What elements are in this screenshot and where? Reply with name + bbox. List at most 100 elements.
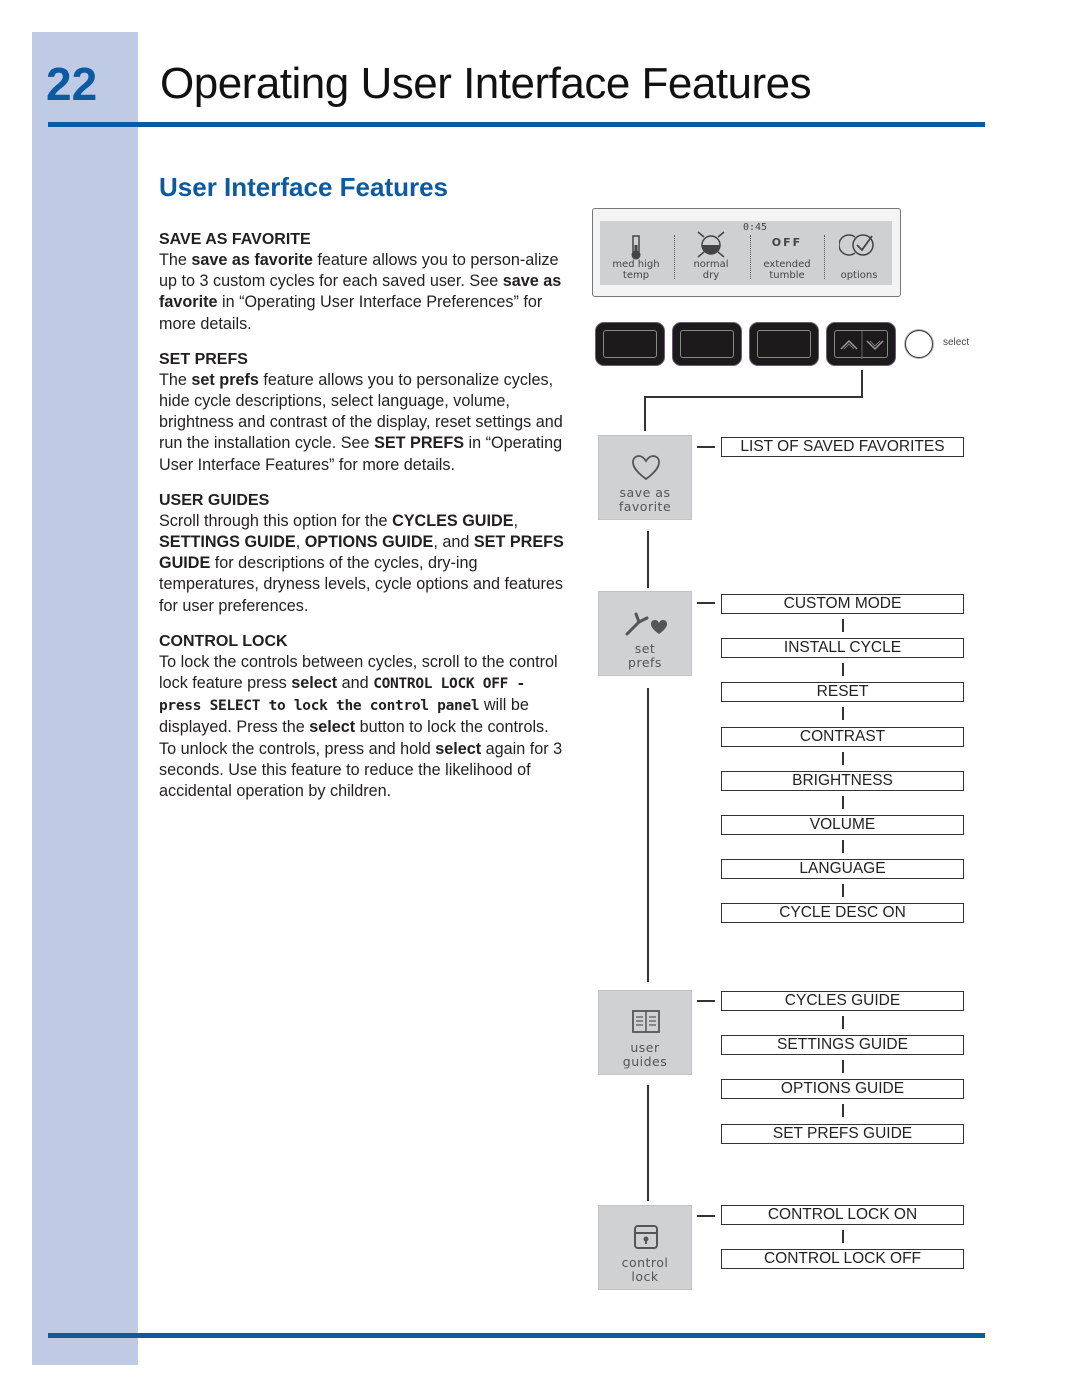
user-guides-tile[interactable]: user guides xyxy=(598,990,692,1075)
text: , xyxy=(295,533,305,552)
button-face xyxy=(603,330,657,358)
user-guides-text: Scroll through this option for the CYCLE… xyxy=(159,511,569,617)
label-line: guides xyxy=(622,1054,668,1069)
menu-connector-tick xyxy=(842,1060,844,1073)
menu-item-control-lock-off[interactable]: CONTROL LOCK OFF xyxy=(721,1249,964,1269)
save-as-favorite-heading: SAVE AS FAVORITE xyxy=(159,231,311,248)
label-line: dry xyxy=(702,270,720,281)
tile-label: set prefs xyxy=(599,642,691,670)
dryness-icon xyxy=(697,231,725,258)
menu-item-options-guide[interactable]: OPTIONS GUIDE xyxy=(721,1079,964,1099)
menu-item-contrast[interactable]: CONTRAST xyxy=(721,727,964,747)
text: , and xyxy=(433,533,474,552)
bold-term: SETTINGS GUIDE xyxy=(159,533,296,552)
menu-connector-tick xyxy=(842,884,844,897)
label-line: prefs xyxy=(628,655,662,670)
menu-item-set-prefs-guide[interactable]: SET PREFS GUIDE xyxy=(721,1124,964,1144)
connector-dash xyxy=(697,602,715,604)
menu-item-reset[interactable]: RESET xyxy=(721,682,964,702)
options-check-icon xyxy=(839,234,874,256)
select-label: select xyxy=(943,337,970,348)
section-title: User Interface Features xyxy=(159,172,449,202)
separator xyxy=(750,235,751,279)
lock-icon xyxy=(634,1225,658,1249)
label-line: favorite xyxy=(618,499,672,514)
control-lock-tile[interactable]: control lock xyxy=(598,1205,692,1290)
menu-connector-tick xyxy=(842,1230,844,1243)
bold-term: OPTIONS GUIDE xyxy=(304,533,434,552)
text: in “Operating User Interface Preferences… xyxy=(159,293,543,333)
display-cell-temp: med high temp xyxy=(600,221,672,285)
bold-term: CYCLES GUIDE xyxy=(392,511,514,530)
label-line: tumble xyxy=(769,270,805,281)
wrench-heart-icon xyxy=(625,612,667,636)
bold-term: save as favorite xyxy=(191,251,313,269)
menu-item-install-cycle[interactable]: INSTALL CYCLE xyxy=(721,638,964,658)
tile-label: save as favorite xyxy=(599,486,691,514)
menu-item-control-lock-on[interactable]: CONTROL LOCK ON xyxy=(721,1205,964,1225)
user-guides-heading: USER GUIDES xyxy=(159,491,270,509)
menu-connector-tick xyxy=(842,1104,844,1117)
control-button-1[interactable] xyxy=(595,322,665,366)
display-cell-label: extended tumble xyxy=(752,259,822,281)
control-button-2[interactable] xyxy=(672,322,742,366)
connector-line xyxy=(861,370,863,398)
display-cell-dry: normal dry xyxy=(676,221,746,285)
bold-term: SET PREFS xyxy=(374,434,465,453)
save-as-favorite-text: The save as favorite feature allows you … xyxy=(159,250,569,335)
menu-item-language[interactable]: LANGUAGE xyxy=(721,859,964,879)
set-prefs-section: SET PREFS The set prefs feature allows y… xyxy=(159,349,569,476)
label-line: set xyxy=(634,641,656,656)
connector-dash xyxy=(697,446,715,448)
bold-term: select xyxy=(309,718,356,737)
set-prefs-heading: SET PREFS xyxy=(159,350,248,368)
text: for descriptions of the cycles, dry-ing … xyxy=(159,554,563,615)
tile-label: control lock xyxy=(599,1256,691,1284)
save-as-favorite-section: SAVE AS FAVORITE The save as favorite fe… xyxy=(159,229,569,335)
display-cell-label: med high temp xyxy=(600,259,672,281)
separator xyxy=(674,235,675,279)
menu-connector-tick xyxy=(842,619,844,632)
menu-item-list-of-saved-favorites[interactable]: LIST OF SAVED FAVORITES xyxy=(721,437,964,457)
connector-line xyxy=(647,531,649,588)
display-cell-options: options xyxy=(826,221,892,285)
separator xyxy=(824,235,825,279)
sidebar-band xyxy=(32,32,138,1365)
connector-dash xyxy=(697,1215,715,1217)
lcd-display: 0:45 med high temp normal dry OFF extend… xyxy=(592,208,901,297)
select-button[interactable] xyxy=(905,330,933,358)
display-cell-tumble: OFF extended tumble xyxy=(752,221,822,285)
user-guides-section: USER GUIDES Scroll through this option f… xyxy=(159,490,569,617)
connector-line xyxy=(644,396,863,398)
connector-line xyxy=(647,1085,649,1201)
menu-item-brightness[interactable]: BRIGHTNESS xyxy=(721,771,964,791)
label-line: temp xyxy=(622,270,650,281)
top-rule xyxy=(48,122,985,127)
label-line: save as xyxy=(619,485,671,500)
book-icon xyxy=(632,1010,660,1033)
label-line: normal xyxy=(693,259,729,270)
menu-item-cycles-guide[interactable]: CYCLES GUIDE xyxy=(721,991,964,1011)
control-lock-heading: CONTROL LOCK xyxy=(159,632,288,650)
menu-item-volume[interactable]: VOLUME xyxy=(721,815,964,835)
set-prefs-tile[interactable]: set prefs xyxy=(598,591,692,676)
menu-connector-tick xyxy=(842,796,844,809)
lcd-screen: 0:45 med high temp normal dry OFF extend… xyxy=(600,221,892,285)
tile-label: user guides xyxy=(599,1041,691,1069)
label-line: lock xyxy=(631,1269,659,1284)
label-line: user xyxy=(630,1040,660,1055)
text: Scroll through this option for the xyxy=(159,511,393,530)
menu-item-settings-guide[interactable]: SETTINGS GUIDE xyxy=(721,1035,964,1055)
menu-item-custom-mode[interactable]: CUSTOM MODE xyxy=(721,594,964,614)
control-lock-section: CONTROL LOCK To lock the controls betwee… xyxy=(159,631,569,802)
connector-line xyxy=(644,396,646,431)
page-number: 22 xyxy=(46,58,98,110)
up-down-button[interactable] xyxy=(826,322,896,366)
menu-item-cycle-desc-on[interactable]: CYCLE DESC ON xyxy=(721,903,964,923)
control-button-3[interactable] xyxy=(749,322,819,366)
save-as-favorite-tile[interactable]: save as favorite xyxy=(598,435,692,520)
menu-connector-tick xyxy=(842,752,844,765)
up-down-arrows-icon xyxy=(840,331,884,359)
heart-icon xyxy=(632,455,660,481)
thermometer-icon xyxy=(631,235,641,260)
